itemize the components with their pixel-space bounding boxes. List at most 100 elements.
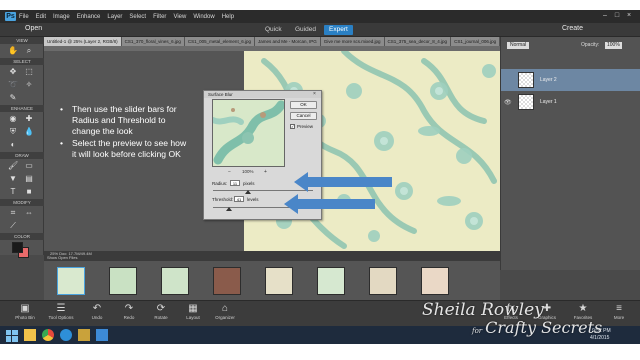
section-draw: DRAW [0, 152, 44, 159]
menu-select[interactable]: Select [129, 14, 146, 20]
tab-expert[interactable]: Expert [324, 25, 353, 35]
maximize-icon[interactable]: □ [613, 12, 621, 20]
filter-preview[interactable] [212, 99, 285, 167]
open-button[interactable]: Open [25, 25, 42, 32]
tab-quick[interactable]: Quick [260, 25, 287, 35]
opacity-input[interactable]: 100% [605, 42, 622, 49]
rotate-button[interactable]: ⟳ Rotate [144, 302, 178, 326]
clone-stamp-icon[interactable]: ⛨ [8, 127, 18, 137]
menu-file[interactable]: File [19, 14, 29, 20]
tools-panel: VIEW ✋ ⌕ SELECT ✥ ⬚ ➰ ✧ ✎ ENHANCE ◉ ✚ ⛨ … [0, 37, 44, 258]
photoshop-task-icon[interactable] [96, 329, 108, 341]
menu-layer[interactable]: Layer [107, 14, 122, 20]
photo-bin [44, 261, 500, 300]
preview-checkbox[interactable]: ✓ [290, 124, 295, 129]
radius-callout-arrow [294, 172, 392, 192]
visibility-eye-icon[interactable]: 👁 [504, 99, 512, 106]
radius-label: Radius: [212, 181, 228, 186]
magic-wand-icon[interactable]: ✧ [24, 80, 34, 90]
marquee-icon[interactable]: ⬚ [24, 67, 34, 77]
undo-icon: ↶ [92, 303, 102, 314]
radius-input[interactable]: 11 [230, 180, 240, 186]
menu-edit[interactable]: Edit [36, 14, 46, 20]
sponge-icon[interactable]: ◐ [8, 140, 18, 150]
menu-image[interactable]: Image [53, 14, 70, 20]
minimize-icon[interactable]: – [601, 12, 609, 20]
layer-row[interactable]: 👁 Layer 1 [501, 91, 640, 113]
organizer-button[interactable]: ⌂ Organizer [208, 302, 242, 326]
windows-start-icon[interactable] [6, 329, 18, 342]
chrome-icon[interactable] [42, 329, 54, 341]
signature-watermark: Sheila Rowley for Crafty Secrets [422, 300, 622, 337]
bin-thumbnail[interactable] [109, 267, 137, 295]
doc-tab[interactable]: Untitled-1 @ 25% (Layer 2, RGB/8) [44, 37, 122, 46]
browser-icon[interactable] [60, 329, 72, 341]
menu-filter[interactable]: Filter [153, 14, 166, 20]
gradient-icon[interactable]: ▤ [24, 174, 34, 184]
bin-thumbnail[interactable] [421, 267, 449, 295]
doc-tab[interactable]: James and Me - Morcan, IPG [254, 37, 321, 46]
bin-thumbnail[interactable] [57, 267, 85, 295]
dialog-close-icon[interactable]: × [313, 91, 316, 98]
blend-mode-select[interactable]: Normal [507, 42, 530, 49]
document-tabs: Untitled-1 @ 25% (Layer 2, RGB/8) CS1_37… [44, 37, 500, 46]
brush-icon[interactable]: 🖌 [8, 161, 18, 171]
layer-row[interactable]: Layer 2 [501, 69, 640, 91]
button-label: Rotate [154, 315, 168, 320]
eraser-icon[interactable]: ▭ [24, 161, 34, 171]
redo-button[interactable]: ↷ Redo [112, 302, 146, 326]
foreground-color-swatch[interactable] [12, 242, 23, 253]
doc-tab[interactable]: CS1_375_sea_decor_8_4.jpg [384, 37, 452, 46]
button-label: Layout [186, 315, 200, 320]
tool-options-button[interactable]: ☰ Tool Options [44, 302, 78, 326]
create-button[interactable]: Create [562, 25, 583, 32]
paint-bucket-icon[interactable]: ▼ [8, 174, 18, 184]
radius-slider-handle[interactable] [245, 190, 251, 194]
tab-guided[interactable]: Guided [290, 25, 321, 35]
bin-thumbnail[interactable] [317, 267, 345, 295]
section-color: COLOR [0, 233, 44, 240]
menu-enhance[interactable]: Enhance [77, 14, 101, 20]
straighten-icon[interactable]: ⟋ [8, 221, 18, 231]
section-modify: MODIFY [0, 199, 44, 206]
shape-icon[interactable]: ■ [24, 187, 34, 197]
doc-tab[interactable]: CS1_journal_006.jpg [451, 37, 500, 46]
menu-help[interactable]: Help [222, 14, 234, 20]
layout-button[interactable]: ▦ Layout [176, 302, 210, 326]
threshold-input[interactable]: 41 [234, 196, 244, 202]
recompose-icon[interactable]: ⇔ [24, 208, 34, 218]
menu-view[interactable]: View [173, 14, 186, 20]
zoom-out-icon[interactable]: − [228, 169, 231, 175]
threshold-slider-handle[interactable] [226, 207, 232, 211]
healing-brush-icon[interactable]: ✚ [24, 114, 34, 124]
lasso-icon[interactable]: ➰ [8, 80, 18, 90]
bin-thumbnail[interactable] [265, 267, 293, 295]
files-icon[interactable] [78, 329, 90, 341]
cancel-button[interactable]: Cancel [290, 112, 317, 120]
red-eye-icon[interactable]: ◉ [8, 114, 18, 124]
zoom-icon[interactable]: ⌕ [24, 46, 34, 56]
blur-icon[interactable]: 💧 [24, 127, 34, 137]
bin-thumbnail[interactable] [369, 267, 397, 295]
bin-thumbnail[interactable] [213, 267, 241, 295]
watermark-for: for [472, 327, 483, 335]
quick-selection-icon[interactable]: ✎ [8, 93, 18, 103]
bin-thumbnail[interactable] [161, 267, 189, 295]
doc-tab[interactable]: CS1_005_metal_element_6.jpg [184, 37, 255, 46]
opacity-label: Opacity: [581, 42, 600, 48]
layer-name: Layer 2 [540, 77, 557, 83]
doc-tab[interactable]: CS1_370_floral_vines_6.jpg [121, 37, 185, 46]
zoom-in-icon[interactable]: + [264, 169, 267, 175]
move-tool-icon[interactable]: ✥ [8, 67, 18, 77]
type-icon[interactable]: T [8, 187, 18, 197]
crop-icon[interactable]: ⌗ [8, 208, 18, 218]
hand-icon[interactable]: ✋ [8, 46, 18, 56]
file-explorer-icon[interactable] [24, 329, 36, 341]
doc-tab[interactable]: Give me more scs.mixed.jpg [320, 37, 385, 46]
undo-button[interactable]: ↶ Undo [80, 302, 114, 326]
ok-button[interactable]: OK [290, 101, 317, 109]
menu-window[interactable]: Window [193, 14, 214, 20]
threshold-unit: levels [247, 197, 259, 202]
photo-bin-button[interactable]: ▣ Photo Bin [8, 302, 42, 326]
close-icon[interactable]: × [625, 12, 633, 20]
